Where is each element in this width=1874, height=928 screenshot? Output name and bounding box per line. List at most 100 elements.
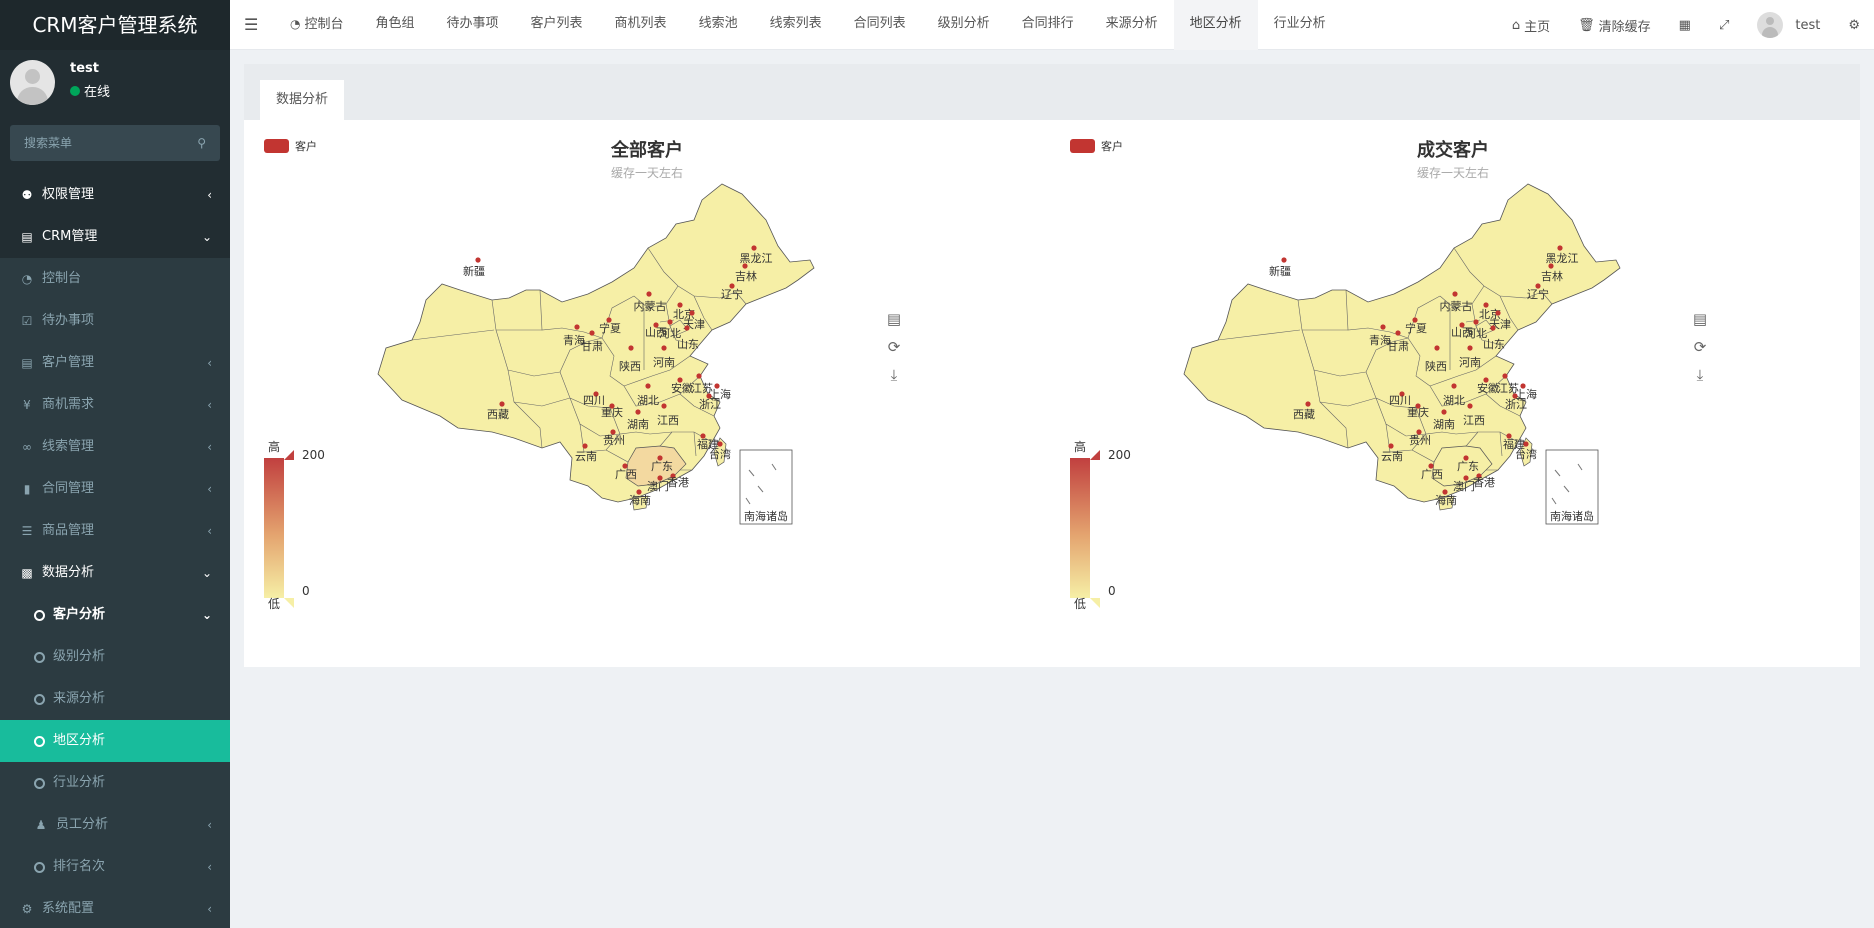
region-point[interactable] <box>1557 245 1563 251</box>
visual-map-handle-top[interactable] <box>1090 450 1100 460</box>
restore-icon[interactable]: ⟳ <box>1694 338 1707 356</box>
tab-source-analysis[interactable]: 来源分析 <box>1090 0 1174 50</box>
region-point[interactable] <box>689 310 695 316</box>
region-point[interactable] <box>645 383 651 389</box>
region-label: 广西 <box>615 468 637 481</box>
panel-tab-data-analysis[interactable]: 数据分析 <box>260 80 345 120</box>
data-view-icon[interactable]: ▤ <box>887 310 901 328</box>
sidebar-item-crm[interactable]: ▤ CRM管理 ⌄ <box>0 216 230 258</box>
region-point[interactable] <box>1434 345 1440 351</box>
sidebar-item-products[interactable]: ☰ 商品管理 ‹ <box>0 510 230 552</box>
search-icon[interactable]: ⚲ <box>197 125 206 161</box>
sidebar-item-contracts[interactable]: ▮ 合同管理 ‹ <box>0 468 230 510</box>
china-map[interactable]: 南海诸岛新疆西藏青海甘肃宁夏内蒙古陕西山西北京天津河北山东河南黑龙江吉林辽宁四川… <box>374 180 854 570</box>
sidebar-item-level-analysis[interactable]: 级别分析 <box>0 636 230 678</box>
region-point[interactable] <box>1502 373 1508 379</box>
home-button[interactable]: ⌂ 主页 <box>1498 0 1564 50</box>
tab-contract-list[interactable]: 合同列表 <box>838 0 922 50</box>
region-point[interactable] <box>1467 345 1473 351</box>
region-point[interactable] <box>582 443 588 449</box>
visual-map[interactable]: 高 低 200 0 <box>264 440 325 611</box>
region-point[interactable] <box>1395 330 1401 336</box>
region-point[interactable] <box>696 373 702 379</box>
sidebar-item-customers[interactable]: ▤ 客户管理 ‹ <box>0 342 230 384</box>
region-point[interactable] <box>1495 310 1501 316</box>
tab-dashboard[interactable]: ◔ 控制台 <box>274 0 360 50</box>
sidebar-item-data-analysis[interactable]: ▩ 数据分析 ⌄ <box>0 552 230 594</box>
chevron-left-icon: ‹ <box>207 398 212 412</box>
region-point[interactable] <box>742 263 748 269</box>
tab-region-analysis[interactable]: 地区分析 <box>1173 0 1258 50</box>
sidebar-item-dashboard[interactable]: ◔ 控制台 <box>0 258 230 300</box>
settings-button[interactable]: ⚙ <box>1834 0 1874 50</box>
tab-role-group[interactable]: 角色组 <box>360 0 431 50</box>
tab-industry-analysis[interactable]: 行业分析 <box>1258 0 1342 50</box>
region-point[interactable] <box>684 325 690 331</box>
download-icon[interactable]: ⤓ <box>1697 366 1704 384</box>
china-map[interactable]: 南海诸岛新疆西藏青海甘肃宁夏内蒙古陕西山西北京天津河北山东河南黑龙江吉林辽宁四川… <box>1180 180 1660 570</box>
sidebar-item-leads[interactable]: ∞ 线索管理 ‹ <box>0 426 230 468</box>
tab-lead-list[interactable]: 线索列表 <box>754 0 838 50</box>
data-view-icon[interactable]: ▤ <box>1693 310 1707 328</box>
menu-toggle-icon[interactable]: ☰ <box>244 0 258 50</box>
region-point[interactable] <box>499 401 505 407</box>
tab-contract-ranking[interactable]: 合同排行 <box>1006 0 1090 50</box>
fullscreen-button[interactable]: ⤢ <box>1705 0 1743 50</box>
tab-level-analysis[interactable]: 级别分析 <box>922 0 1006 50</box>
sidebar-item-todo[interactable]: ☑ 待办事项 <box>0 300 230 342</box>
region-point[interactable] <box>1483 302 1489 308</box>
region-point[interactable] <box>1490 325 1496 331</box>
region-point[interactable] <box>1548 263 1554 269</box>
region-point[interactable] <box>1452 291 1458 297</box>
download-icon[interactable]: ⤓ <box>891 366 898 384</box>
region-point[interactable] <box>646 291 652 297</box>
region-point[interactable] <box>589 330 595 336</box>
region-point[interactable] <box>677 302 683 308</box>
language-button[interactable]: ▦ <box>1665 0 1705 50</box>
sidebar-search-input[interactable]: 搜索菜单 ⚲ <box>10 125 220 161</box>
region-point[interactable] <box>1305 401 1311 407</box>
region-point[interactable] <box>661 345 667 351</box>
region-point[interactable] <box>1281 257 1287 263</box>
clear-cache-button[interactable]: 🗑 清除缓存 <box>1564 0 1665 50</box>
restore-icon[interactable]: ⟳ <box>888 338 901 356</box>
app-logo[interactable]: CRM客户管理系统 <box>0 0 230 50</box>
region-point[interactable] <box>1388 443 1394 449</box>
region-point[interactable] <box>1473 319 1479 325</box>
region-point[interactable] <box>751 245 757 251</box>
region-point[interactable] <box>628 345 634 351</box>
region-point[interactable] <box>1523 441 1529 447</box>
region-point[interactable] <box>1380 324 1386 330</box>
sidebar-item-source-analysis[interactable]: 来源分析 <box>0 678 230 720</box>
region-point[interactable] <box>717 441 723 447</box>
region-point[interactable] <box>635 409 641 415</box>
region-point[interactable] <box>475 257 481 263</box>
sidebar-item-industry-analysis[interactable]: 行业分析 <box>0 762 230 804</box>
sidebar-item-customer-analysis[interactable]: 客户分析 ⌄ <box>0 594 230 636</box>
sidebar-item-opportunities[interactable]: ¥ 商机需求 ‹ <box>0 384 230 426</box>
tab-todo[interactable]: 待办事项 <box>431 0 515 50</box>
visual-map-bar[interactable] <box>1070 458 1090 598</box>
calendar-check-icon: ☑ <box>21 314 33 328</box>
sidebar-item-region-analysis[interactable]: 地区分析 <box>0 720 230 762</box>
sidebar-item-system-config[interactable]: ⚙ 系统配置 ‹ <box>0 888 230 928</box>
sidebar-item-permissions[interactable]: ⚉ 权限管理 ‹ <box>0 174 230 216</box>
user-menu[interactable]: test <box>1743 0 1834 50</box>
tab-customer-list[interactable]: 客户列表 <box>515 0 599 50</box>
visual-map[interactable]: 高 低 200 0 <box>1070 440 1131 611</box>
visual-map-handle-bottom[interactable] <box>1090 598 1100 608</box>
visual-map-handle-top[interactable] <box>284 450 294 460</box>
visual-map-handle-bottom[interactable] <box>284 598 294 608</box>
sidebar-item-ranking[interactable]: 排行名次 ‹ <box>0 846 230 888</box>
tab-opportunity-list[interactable]: 商机列表 <box>599 0 683 50</box>
region-point[interactable] <box>1441 409 1447 415</box>
visual-map-max: 200 <box>1108 448 1131 462</box>
visual-map-bar[interactable] <box>264 458 284 598</box>
region-point[interactable] <box>661 403 667 409</box>
region-point[interactable] <box>667 319 673 325</box>
tab-lead-pool[interactable]: 线索池 <box>683 0 754 50</box>
region-point[interactable] <box>1451 383 1457 389</box>
region-point[interactable] <box>1467 403 1473 409</box>
region-point[interactable] <box>574 324 580 330</box>
sidebar-item-staff-analysis[interactable]: ♟ 员工分析 ‹ <box>0 804 230 846</box>
